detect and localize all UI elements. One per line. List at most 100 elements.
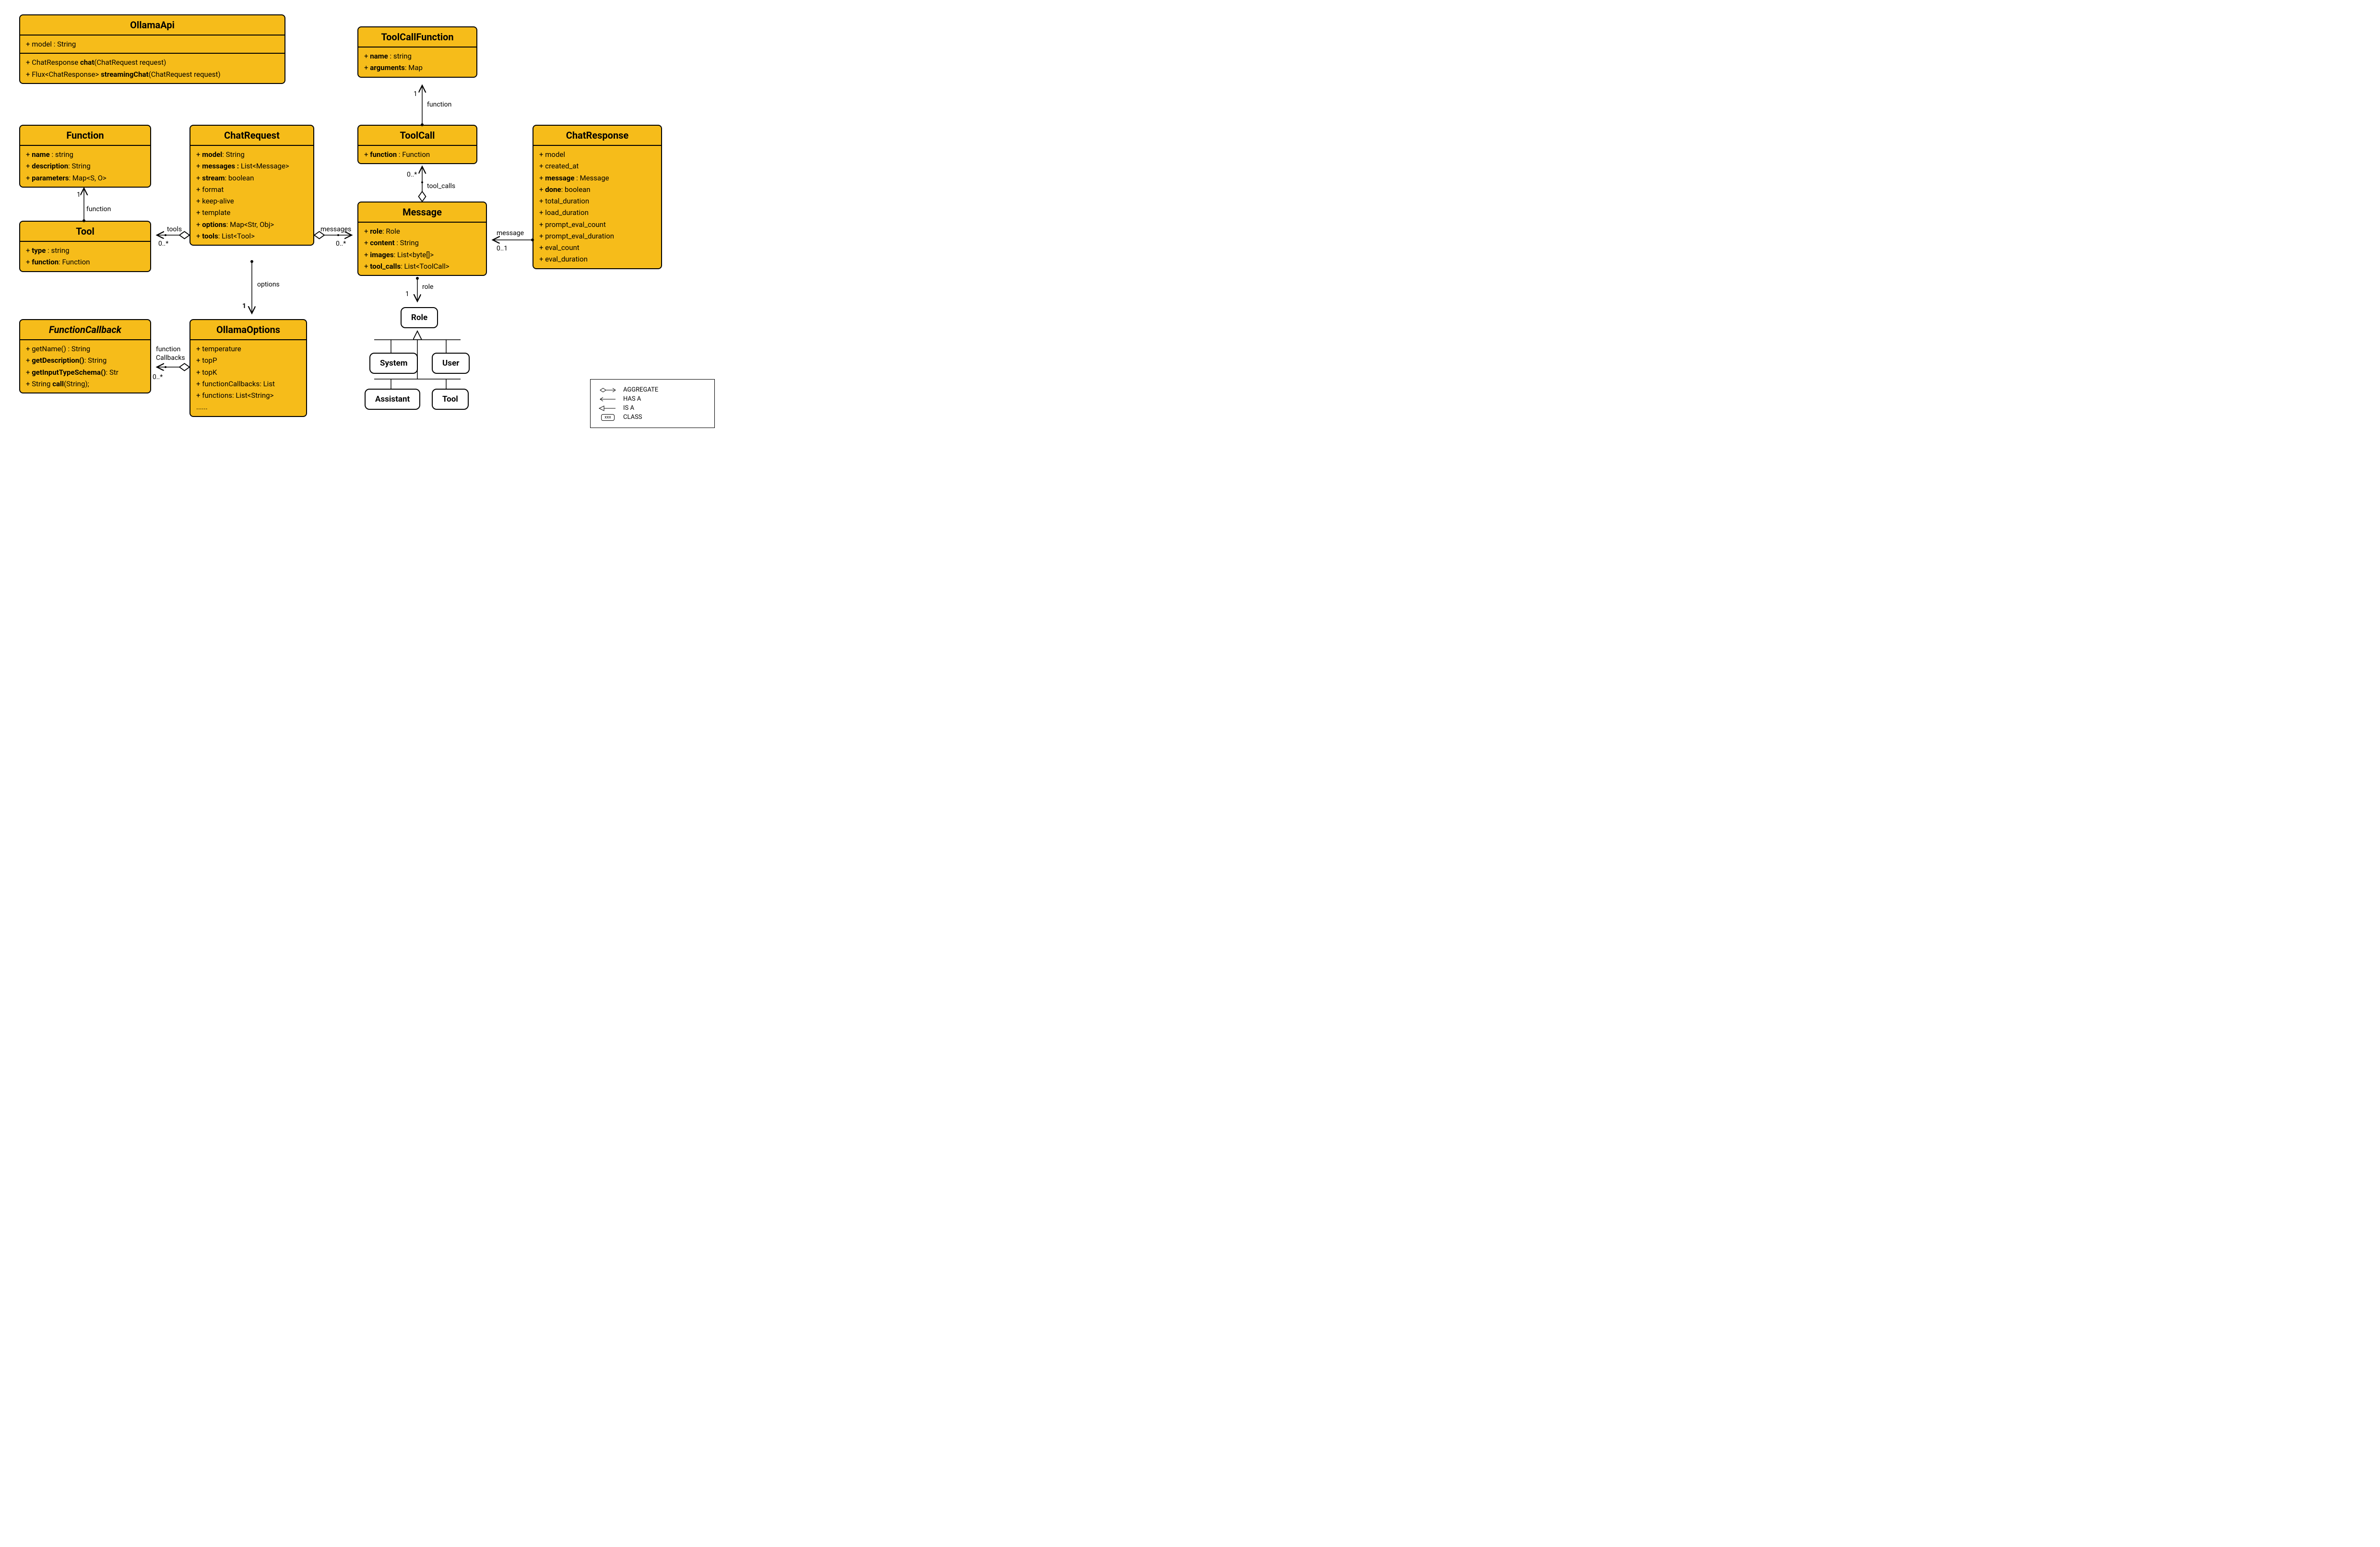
edge-label: options — [257, 281, 280, 288]
class-function: Function + name : string + description: … — [19, 125, 151, 188]
attrs: + type : string + function: Function — [20, 242, 150, 271]
triangle-arrow-icon — [597, 405, 618, 412]
legend-isa-row: IS A — [597, 405, 708, 412]
attr-row: + String call(String); — [26, 378, 144, 390]
legend-label: AGGREGATE — [623, 386, 658, 393]
class-title: Function — [20, 126, 150, 146]
attr-row: + total_duration — [539, 195, 655, 207]
legend-class-row: xxx CLASS — [597, 414, 708, 421]
attr-row: + arguments: Map — [364, 62, 471, 73]
edge-mult: 0..* — [407, 171, 417, 178]
attr-row: + keep-alive — [196, 195, 308, 207]
legend-hasa-row: HAS A — [597, 395, 708, 403]
edge-mult: 1 — [405, 290, 409, 298]
attr-row: + getDescription(): String — [26, 355, 144, 366]
attr-row: + parameters: Map<S, O> — [26, 172, 144, 184]
edge-mult: 1 — [77, 191, 81, 199]
attr-row: + load_duration — [539, 207, 655, 218]
attr-row: + temperature — [196, 343, 300, 355]
class-title: FunctionCallback — [20, 320, 150, 340]
class-title: Tool — [20, 222, 150, 242]
attr-row: + format — [196, 184, 308, 195]
class-toolcallfunction: ToolCallFunction + name : string + argum… — [357, 26, 477, 78]
edge-label: messages — [320, 226, 351, 233]
class-title: Message — [358, 202, 486, 223]
legend-label: CLASS — [623, 414, 642, 421]
role-tool: Tool — [432, 389, 469, 410]
legend-label: IS A — [623, 405, 634, 412]
edge-mult: 1 — [414, 90, 417, 98]
attr-row: + description: String — [26, 160, 144, 172]
attr-row: + content : String — [364, 237, 480, 249]
role-assistant: Assistant — [365, 389, 420, 410]
class-title: ChatResponse — [533, 126, 661, 146]
class-tool: Tool + type : string + function: Functio… — [19, 221, 151, 272]
class-functioncallback: FunctionCallback + getName() : String + … — [19, 319, 151, 393]
edge-label: function — [86, 205, 111, 213]
attr-row: + images: List<byte[]> — [364, 249, 480, 261]
op-row: + Flux<ChatResponse> streamingChat(ChatR… — [26, 69, 279, 80]
attr-row: + topK — [196, 367, 300, 378]
edge-label: role — [422, 283, 433, 291]
attr-row: + messages : List<Message> — [196, 160, 308, 172]
role-system: System — [369, 353, 418, 374]
edge-label: tool_calls — [427, 182, 455, 190]
attrs: + getName() : String + getDescription():… — [20, 340, 150, 393]
edge-mult: 0..1 — [497, 245, 508, 252]
edge-mult: 0..* — [336, 240, 346, 248]
class-title: ToolCall — [358, 126, 476, 146]
attrs: + name : string + description: String + … — [20, 146, 150, 187]
attrs: + role: Role + content : String + images… — [358, 223, 486, 275]
class-title: ChatRequest — [190, 126, 313, 146]
attr-row: + topP — [196, 355, 300, 366]
edge-mult: 1 — [242, 302, 246, 310]
attr-row: + name : string — [26, 149, 144, 160]
class-chatrequest: ChatRequest + model: String + messages :… — [189, 125, 314, 246]
attrs: + name : string + arguments: Map — [358, 48, 476, 77]
attr-row: + getName() : String — [26, 343, 144, 355]
edge-label: Callbacks — [156, 354, 185, 362]
legend-aggregate-row: AGGREGATE — [597, 386, 708, 393]
attr-row: ...... — [196, 401, 300, 413]
attrs: + temperature + topP + topK + functionCa… — [190, 340, 306, 416]
attr-row: + getInputTypeSchema(): Str — [26, 367, 144, 378]
edge-label: function — [427, 101, 451, 108]
edge-mult: 0..* — [158, 240, 168, 248]
legend: AGGREGATE HAS A IS A xxx CLASS — [590, 379, 715, 428]
attr-row: + prompt_eval_duration — [539, 230, 655, 242]
ops: + ChatResponse chat(ChatRequest request)… — [20, 54, 284, 83]
class-ollamaoptions: OllamaOptions + temperature + topP + top… — [189, 319, 307, 417]
class-title: ToolCallFunction — [358, 27, 476, 48]
attrs: + model: String + messages : List<Messag… — [190, 146, 313, 245]
attr-row: + created_at — [539, 160, 655, 172]
attr-row: + role: Role — [364, 226, 480, 237]
attr-row: + eval_count — [539, 242, 655, 253]
edge-label: function — [156, 345, 180, 353]
class-ollamaapi: OllamaApi + model : String + ChatRespons… — [19, 14, 285, 84]
edge-label: tools — [167, 226, 182, 233]
attr-row: + name : string — [364, 50, 471, 62]
op-row: + ChatResponse chat(ChatRequest request) — [26, 57, 279, 68]
class-message: Message + role: Role + content : String … — [357, 202, 487, 276]
role-user: User — [432, 353, 470, 374]
attr-row: + functions: List<String> — [196, 390, 300, 401]
class-title: OllamaApi — [20, 15, 284, 36]
attr-row: + done: boolean — [539, 184, 655, 195]
attr-row: + function : Function — [364, 149, 471, 160]
class-box-icon: xxx — [597, 414, 618, 421]
attr-row: + eval_duration — [539, 253, 655, 265]
attr-row: + model: String — [196, 149, 308, 160]
attr-row: + message : Message — [539, 172, 655, 184]
attr-row: + model : String — [26, 38, 279, 50]
arrow-icon — [597, 396, 618, 403]
edge-mult: 0..* — [153, 373, 163, 381]
attr-row: + type : string — [26, 245, 144, 256]
attr-row: + tool_calls: List<ToolCall> — [364, 261, 480, 272]
attr-row: + template — [196, 207, 308, 218]
edge-label: message — [497, 229, 524, 237]
role-parent: Role — [401, 307, 438, 328]
attrs: + function : Function — [358, 146, 476, 163]
class-chatresponse: ChatResponse + model + created_at + mess… — [533, 125, 662, 269]
legend-label: HAS A — [623, 395, 641, 403]
class-title: OllamaOptions — [190, 320, 306, 340]
